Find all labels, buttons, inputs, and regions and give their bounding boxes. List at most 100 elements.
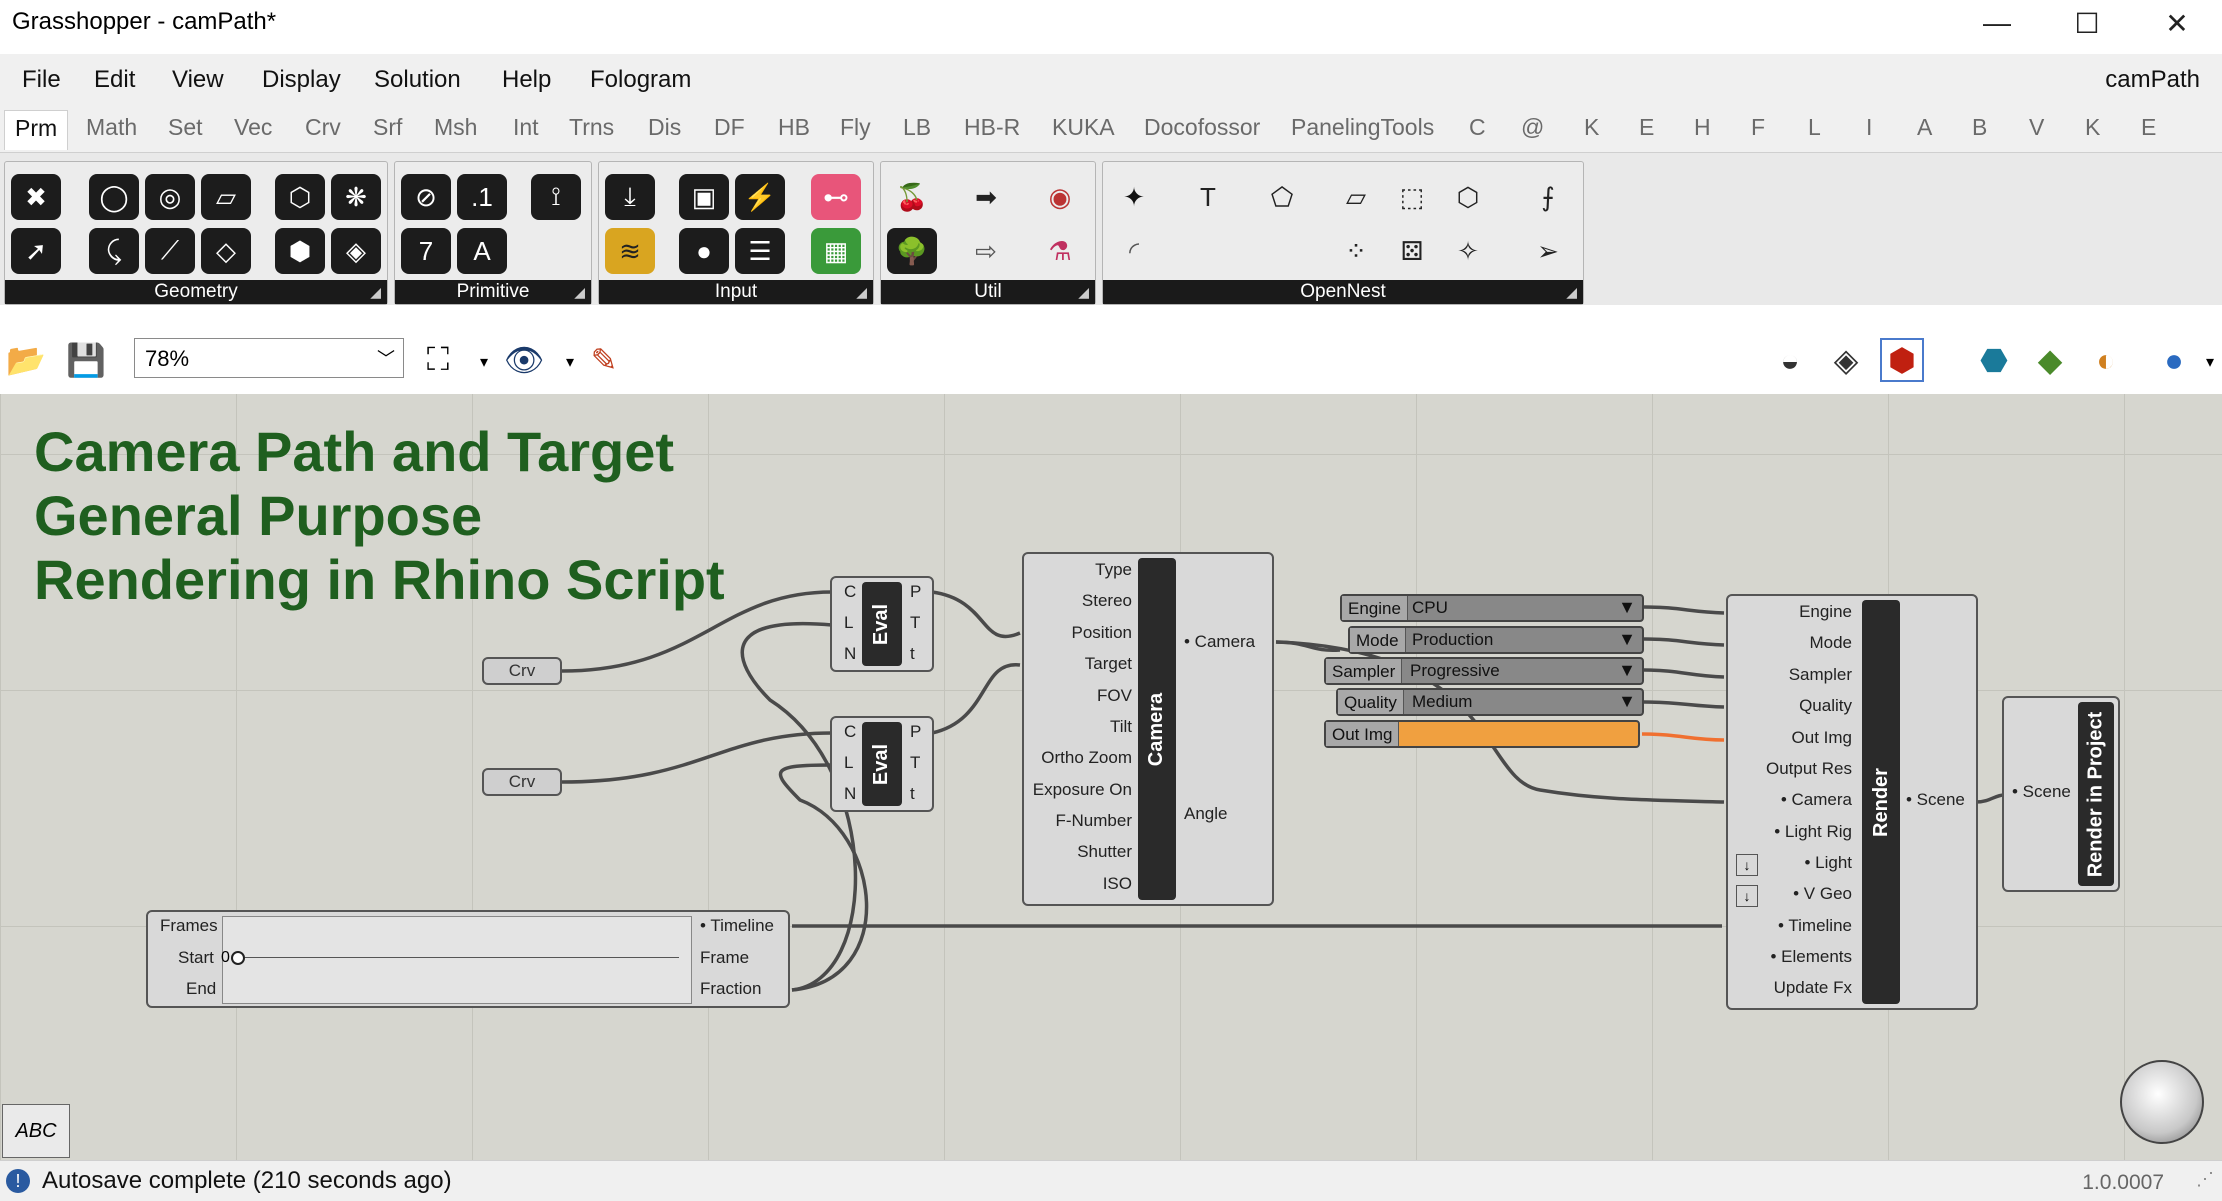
bake-icon[interactable]: ◆: [2028, 338, 2072, 382]
camera-input-ortho-zoom[interactable]: Ortho Zoom: [1041, 748, 1132, 768]
cube-icon[interactable]: ⬚: [1387, 174, 1437, 220]
camera-input-fov[interactable]: FOV: [1097, 686, 1132, 706]
flask-icon[interactable]: ⚗: [1035, 228, 1085, 274]
eval-component-1[interactable]: Eval C L N P T t: [830, 576, 934, 672]
integer-param-icon[interactable]: 7: [401, 228, 451, 274]
value-list-icon[interactable]: ☰: [735, 228, 785, 274]
timeline-input-frames[interactable]: Frames: [160, 916, 218, 936]
graft-down-arrow-icon[interactable]: ↓: [1736, 885, 1758, 907]
tab-panelingtools[interactable]: PanelingTools: [1291, 114, 1434, 141]
arrow-right-icon[interactable]: ➡: [961, 174, 1011, 220]
minimize-button[interactable]: —: [1962, 0, 2032, 46]
tab-fly[interactable]: Fly: [840, 114, 871, 141]
tab-dis[interactable]: Dis: [648, 114, 681, 141]
gradient-icon[interactable]: ⚡: [735, 174, 785, 220]
panel-label-input[interactable]: Input ◢: [599, 280, 873, 304]
camera-output-angle[interactable]: Angle: [1184, 804, 1227, 824]
import-icon[interactable]: ⤓: [605, 174, 655, 220]
graph-mapper-icon[interactable]: ≋: [605, 228, 655, 274]
surface-param-icon[interactable]: ▱: [201, 174, 251, 220]
arrow-outline-icon[interactable]: ⇨: [961, 228, 1011, 274]
resize-grip-icon[interactable]: ⋰: [2196, 1169, 2214, 1190]
menu-file[interactable]: File: [22, 66, 61, 94]
value-list-mode[interactable]: Mode Production ▼: [1348, 626, 1644, 654]
tab-set[interactable]: Set: [168, 114, 203, 141]
vector-param-icon[interactable]: ➚: [11, 228, 61, 274]
preview-eye-icon[interactable]: 👁: [502, 338, 546, 382]
boolean-param-icon[interactable]: ⊘: [401, 174, 451, 220]
eraser-icon[interactable]: ⬠: [1257, 174, 1307, 220]
zoom-extents-icon[interactable]: ⛶: [416, 338, 460, 382]
eval-component-2[interactable]: Eval C L N P T t: [830, 716, 934, 812]
render-input-output-res[interactable]: Output Res: [1766, 759, 1852, 779]
timeline-input-end[interactable]: End: [186, 979, 216, 999]
camera-input-iso[interactable]: ISO: [1103, 874, 1132, 894]
camera-input-tilt[interactable]: Tilt: [1110, 717, 1132, 737]
hexagon-icon[interactable]: ⬡: [1443, 174, 1493, 220]
render-input-sampler[interactable]: Sampler: [1789, 665, 1852, 685]
crv-param-2[interactable]: Crv: [482, 768, 562, 796]
tab-lb[interactable]: LB: [903, 114, 931, 141]
cherry-picker-icon[interactable]: 🍒: [887, 174, 937, 220]
arc-param-icon[interactable]: ⤹: [89, 228, 139, 274]
panel-label-primitive[interactable]: Primitive ◢: [395, 280, 591, 304]
navigation-orb-icon[interactable]: [2120, 1060, 2204, 1144]
tab-a[interactable]: A: [1917, 114, 1932, 141]
eval-2-input-n[interactable]: N: [844, 784, 856, 804]
sketch-pen-icon[interactable]: ✎: [582, 338, 626, 382]
tab-math[interactable]: Math: [86, 114, 137, 141]
camera-input-shutter[interactable]: Shutter: [1077, 842, 1132, 862]
open-file-icon[interactable]: 📂: [4, 338, 48, 382]
tab-h[interactable]: H: [1694, 114, 1711, 141]
preview-mesh-icon[interactable]: ◈: [1824, 338, 1868, 382]
nest-icon[interactable]: ✦: [1109, 174, 1159, 220]
tab-k2[interactable]: K: [2085, 114, 2100, 141]
render-input-timeline[interactable]: • Timeline: [1778, 916, 1852, 936]
tab-l[interactable]: L: [1808, 114, 1821, 141]
crv-param-1[interactable]: Crv: [482, 657, 562, 685]
brep-param-icon[interactable]: ⬡: [275, 174, 325, 220]
dropdown-arrow-icon[interactable]: ▼: [1618, 597, 1636, 618]
menu-solution[interactable]: Solution: [374, 66, 461, 94]
tab-kuka[interactable]: KUKA: [1052, 114, 1115, 141]
zoom-select[interactable]: 78% ﹀: [134, 338, 404, 378]
render-input-v-geo[interactable]: • V Geo: [1793, 884, 1852, 904]
geometry-param-icon[interactable]: ✖: [11, 174, 61, 220]
colour-swatch-icon[interactable]: ▦: [811, 228, 861, 274]
camera-input-position[interactable]: Position: [1072, 623, 1132, 643]
camera-output-camera[interactable]: • Camera: [1184, 632, 1255, 652]
tab-docofossor[interactable]: Docofossor: [1144, 114, 1260, 141]
display-mode-dropdown-icon[interactable]: ▾: [2188, 340, 2222, 384]
eval-1-input-l[interactable]: L: [844, 613, 853, 633]
dropdown-arrow-icon[interactable]: ▼: [1618, 691, 1636, 712]
menu-display[interactable]: Display: [262, 66, 341, 94]
tab-vec[interactable]: Vec: [234, 114, 272, 141]
shape-icon[interactable]: ✧: [1443, 228, 1493, 274]
twisted-box-icon[interactable]: ◈: [331, 228, 381, 274]
pointer-icon[interactable]: ➢: [1523, 228, 1573, 274]
render-input-light[interactable]: • Light: [1804, 853, 1852, 873]
timeline-output-fraction[interactable]: Fraction: [700, 979, 761, 999]
value-list-sampler[interactable]: Sampler Progressive ▼: [1324, 657, 1644, 685]
eval-2-output-t[interactable]: T: [910, 753, 920, 773]
eval-2-input-c[interactable]: C: [844, 722, 856, 742]
number-param-icon[interactable]: .1: [457, 174, 507, 220]
timeline-component[interactable]: Frames Start End 0 • Timeline Frame Frac…: [146, 910, 790, 1008]
timeline-output-frame[interactable]: Frame: [700, 948, 749, 968]
eval-2-output-p[interactable]: P: [910, 722, 921, 742]
tab-trns[interactable]: Trns: [569, 114, 614, 141]
value-list-quality[interactable]: Quality Medium ▼: [1336, 688, 1644, 716]
render-component[interactable]: Render Engine Mode Sampler Quality Out I…: [1726, 594, 1978, 1010]
timeline-output-timeline[interactable]: • Timeline: [700, 916, 774, 936]
menu-view[interactable]: View: [172, 66, 224, 94]
camera-input-f-number[interactable]: F-Number: [1055, 811, 1132, 831]
menu-fologram[interactable]: Fologram: [590, 66, 691, 94]
tab-hb[interactable]: HB: [778, 114, 810, 141]
tree-icon[interactable]: 🌳: [887, 228, 937, 274]
tab-b[interactable]: B: [1972, 114, 1987, 141]
custom-preview-icon[interactable]: ⬣: [1972, 338, 2016, 382]
render-input-out-img[interactable]: Out Img: [1792, 728, 1852, 748]
close-button[interactable]: ✕: [2142, 0, 2212, 46]
eye-icon[interactable]: ◉: [1035, 174, 1085, 220]
toggle-icon[interactable]: ▣: [679, 174, 729, 220]
